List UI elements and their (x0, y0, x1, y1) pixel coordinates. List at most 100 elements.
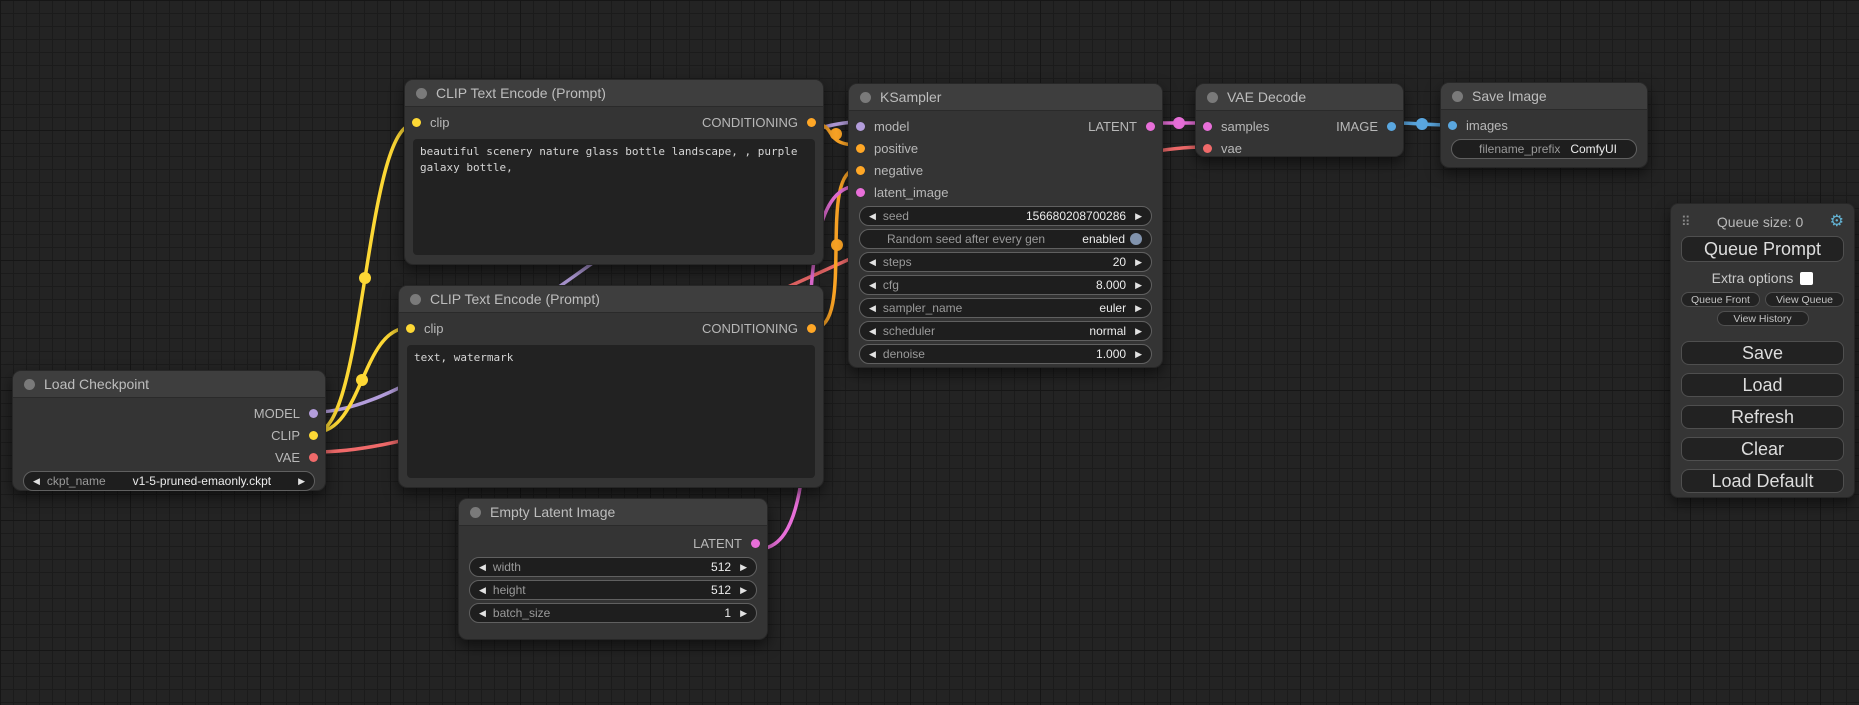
arrow-left-icon[interactable]: ◀ (479, 609, 486, 618)
view-queue-button[interactable]: View Queue (1765, 292, 1844, 307)
node-titlebar[interactable]: VAE Decode (1196, 84, 1403, 111)
prompt-textarea[interactable]: text, watermark (407, 345, 815, 478)
queue-panel[interactable]: ⠿ Queue size: 0 ⚙ Queue Prompt Extra opt… (1670, 203, 1855, 498)
collapse-dot-icon[interactable] (860, 92, 871, 103)
positive-input-dot[interactable] (856, 144, 865, 153)
node-titlebar[interactable]: Empty Latent Image (459, 499, 767, 526)
vae-output-dot[interactable] (309, 453, 318, 462)
slot-label: vae (1221, 141, 1242, 156)
latent-output-dot[interactable] (1146, 122, 1155, 131)
filename-prefix-widget[interactable]: filename_prefix ComfyUI (1451, 139, 1637, 159)
scheduler-widget[interactable]: ◀ scheduler normal ▶ (859, 321, 1152, 341)
latent-image-input-dot[interactable] (856, 188, 865, 197)
batch-size-widget[interactable]: ◀ batch_size 1 ▶ (469, 603, 757, 623)
load-button[interactable]: Load (1681, 373, 1844, 397)
width-widget[interactable]: ◀ width 512 ▶ (469, 557, 757, 577)
queue-prompt-button[interactable]: Queue Prompt (1681, 236, 1844, 262)
collapse-dot-icon[interactable] (1207, 92, 1218, 103)
arrow-right-icon[interactable]: ▶ (1135, 304, 1142, 313)
height-widget[interactable]: ◀ height 512 ▶ (469, 580, 757, 600)
node-save-image[interactable]: Save Image images filename_prefix ComfyU… (1440, 82, 1648, 168)
queue-front-button[interactable]: Queue Front (1681, 292, 1760, 307)
steps-widget[interactable]: ◀ steps 20 ▶ (859, 252, 1152, 272)
node-title-label: CLIP Text Encode (Prompt) (430, 291, 600, 307)
widget-label: height (493, 583, 526, 597)
widget-label: scheduler (883, 324, 935, 338)
arrow-right-icon[interactable]: ▶ (298, 477, 305, 486)
slot-label: clip (424, 321, 444, 336)
node-vae-decode[interactable]: VAE Decode samples IMAGE vae (1195, 83, 1404, 157)
arrow-left-icon[interactable]: ◀ (869, 327, 876, 336)
node-titlebar[interactable]: Save Image (1441, 83, 1647, 110)
random-seed-toggle[interactable]: Random seed after every gen enabled (859, 229, 1152, 249)
collapse-dot-icon[interactable] (416, 88, 427, 99)
ckpt-name-widget[interactable]: ◀ ckpt_name v1-5-pruned-emaonly.ckpt ▶ (23, 471, 315, 491)
prompt-textarea[interactable]: beautiful scenery nature glass bottle la… (413, 139, 815, 255)
node-titlebar[interactable]: CLIP Text Encode (Prompt) (405, 80, 823, 107)
arrow-left-icon[interactable]: ◀ (869, 212, 876, 221)
drag-handle-icon[interactable]: ⠿ (1681, 214, 1691, 230)
slot-label: positive (874, 141, 918, 156)
cfg-widget[interactable]: ◀ cfg 8.000 ▶ (859, 275, 1152, 295)
node-ksampler[interactable]: KSampler model LATENT positive negative … (848, 83, 1163, 368)
comfyui-canvas[interactable]: { "colors": { "clip": "#fdd835", "model"… (0, 0, 1859, 705)
arrow-left-icon[interactable]: ◀ (479, 563, 486, 572)
gear-icon[interactable]: ⚙ (1830, 214, 1844, 230)
collapse-dot-icon[interactable] (470, 507, 481, 518)
widget-value: euler (1099, 301, 1126, 315)
clear-button[interactable]: Clear (1681, 437, 1844, 461)
save-button[interactable]: Save (1681, 341, 1844, 365)
extra-options-checkbox[interactable] (1800, 272, 1813, 285)
latent-output-dot[interactable] (751, 539, 760, 548)
collapse-dot-icon[interactable] (24, 379, 35, 390)
arrow-right-icon[interactable]: ▶ (740, 563, 747, 572)
widget-value: ComfyUI (1570, 142, 1617, 156)
node-empty-latent-image[interactable]: Empty Latent Image LATENT ◀ width 512 ▶ … (458, 498, 768, 640)
clip-input-dot[interactable] (412, 118, 421, 127)
load-default-button[interactable]: Load Default (1681, 469, 1844, 493)
arrow-right-icon[interactable]: ▶ (1135, 350, 1142, 359)
widget-value: normal (1089, 324, 1126, 338)
arrow-right-icon[interactable]: ▶ (1135, 281, 1142, 290)
node-titlebar[interactable]: KSampler (849, 84, 1162, 111)
node-titlebar[interactable]: CLIP Text Encode (Prompt) (399, 286, 823, 313)
arrow-left-icon[interactable]: ◀ (33, 477, 40, 486)
model-output-dot[interactable] (309, 409, 318, 418)
clip-output-dot[interactable] (309, 431, 318, 440)
arrow-right-icon[interactable]: ▶ (1135, 327, 1142, 336)
arrow-left-icon[interactable]: ◀ (869, 281, 876, 290)
toggle-dot-icon[interactable] (1130, 233, 1142, 245)
clip-input-dot[interactable] (406, 324, 415, 333)
vae-input-dot[interactable] (1203, 144, 1212, 153)
arrow-left-icon[interactable]: ◀ (869, 304, 876, 313)
image-output-dot[interactable] (1387, 122, 1396, 131)
slot-label: samples (1221, 119, 1269, 134)
collapse-dot-icon[interactable] (410, 294, 421, 305)
node-load-checkpoint[interactable]: Load Checkpoint MODEL CLIP VAE ◀ ckpt_na… (12, 370, 326, 491)
queue-panel-header: ⠿ Queue size: 0 ⚙ (1681, 210, 1844, 234)
arrow-right-icon[interactable]: ▶ (1135, 212, 1142, 221)
collapse-dot-icon[interactable] (1452, 91, 1463, 102)
arrow-left-icon[interactable]: ◀ (869, 350, 876, 359)
arrow-right-icon[interactable]: ▶ (1135, 258, 1142, 267)
node-clip-text-encode-negative[interactable]: CLIP Text Encode (Prompt) clip CONDITION… (398, 285, 824, 488)
node-clip-text-encode-positive[interactable]: CLIP Text Encode (Prompt) clip CONDITION… (404, 79, 824, 265)
conditioning-output-dot[interactable] (807, 118, 816, 127)
conditioning-output-dot[interactable] (807, 324, 816, 333)
model-input-dot[interactable] (856, 122, 865, 131)
seed-widget[interactable]: ◀ seed 156680208700286 ▶ (859, 206, 1152, 226)
images-input-dot[interactable] (1448, 121, 1457, 130)
view-history-button[interactable]: View History (1717, 311, 1809, 326)
refresh-button[interactable]: Refresh (1681, 405, 1844, 429)
node-titlebar[interactable]: Load Checkpoint (13, 371, 325, 398)
arrow-left-icon[interactable]: ◀ (869, 258, 876, 267)
arrow-left-icon[interactable]: ◀ (479, 586, 486, 595)
negative-input-dot[interactable] (856, 166, 865, 175)
widget-label: ckpt_name (47, 474, 106, 488)
denoise-widget[interactable]: ◀ denoise 1.000 ▶ (859, 344, 1152, 364)
samples-input-dot[interactable] (1203, 122, 1212, 131)
sampler-name-widget[interactable]: ◀ sampler_name euler ▶ (859, 298, 1152, 318)
slot-label: LATENT (693, 536, 742, 551)
arrow-right-icon[interactable]: ▶ (740, 609, 747, 618)
arrow-right-icon[interactable]: ▶ (740, 586, 747, 595)
